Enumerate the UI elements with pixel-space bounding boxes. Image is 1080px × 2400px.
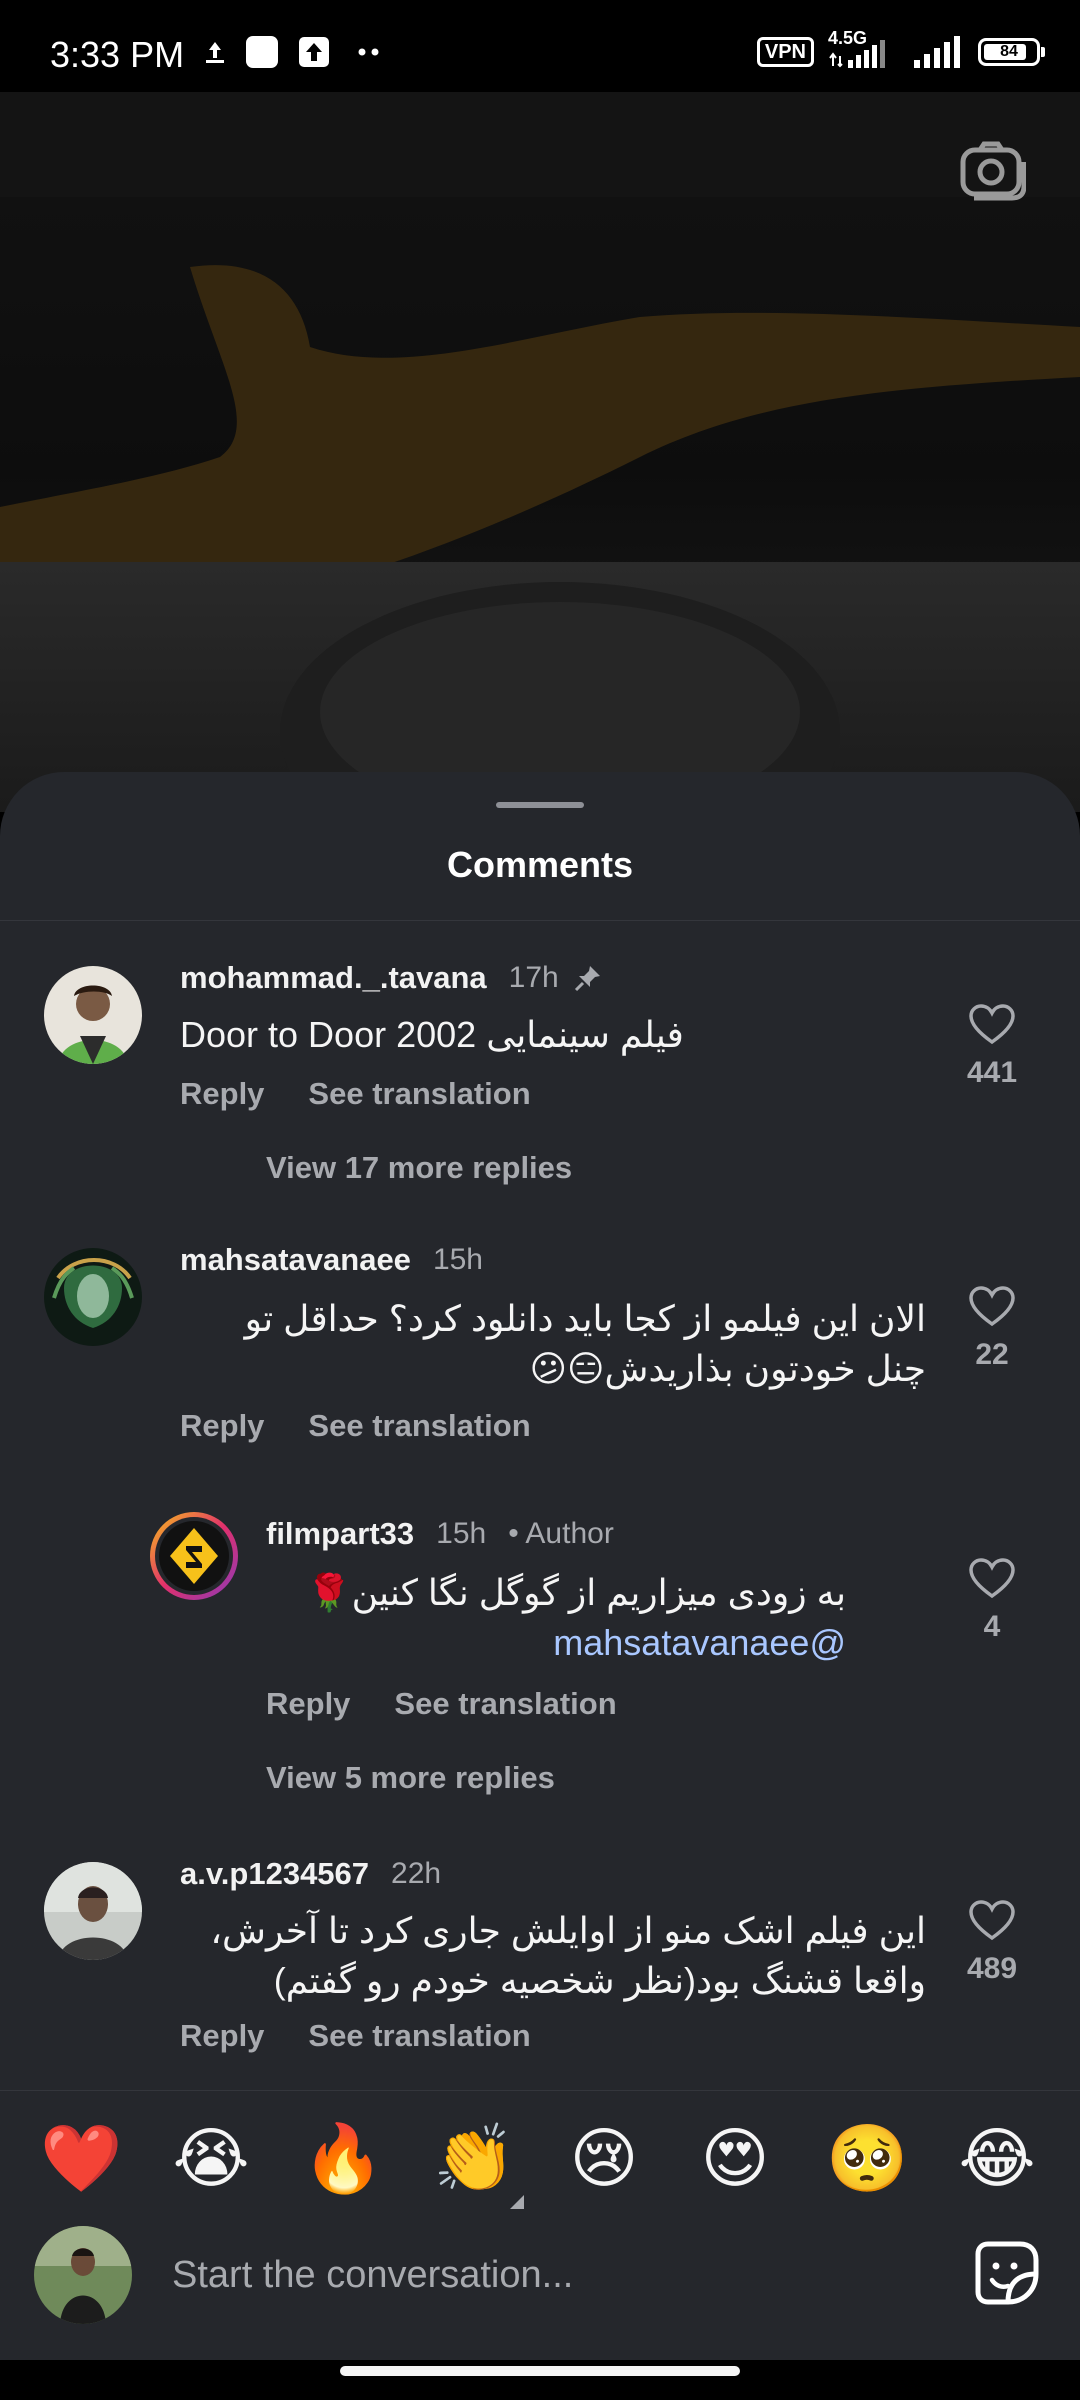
like-count: 4	[983, 1610, 1001, 1643]
comment-header: filmpart33 15h • Author	[266, 1516, 614, 1552]
like-count: 441	[966, 1056, 1018, 1089]
reaction-fire[interactable]: 🔥	[302, 2119, 384, 2199]
my-avatar	[34, 2226, 132, 2324]
battery-indicator: 84	[978, 38, 1045, 66]
comment-time: 15h	[432, 1243, 483, 1276]
skin-tone-more-icon[interactable]	[510, 2195, 524, 2209]
like-button[interactable]: 22	[950, 1286, 1034, 1372]
battery-percent: 84	[1000, 43, 1018, 60]
username[interactable]: a.v.p1234567	[180, 1856, 369, 1892]
reaction-laughing[interactable]: 😂	[957, 2119, 1037, 2199]
comment-composer	[0, 2220, 1080, 2360]
comment-text: Door to Door 2002 فیلم سینمایی	[180, 1014, 684, 1055]
camera-icon[interactable]	[960, 140, 1026, 202]
comment-header: mohammad._.tavana 17h	[180, 960, 603, 996]
avatar[interactable]	[44, 1862, 142, 1960]
signal-2-icon	[914, 36, 960, 68]
video-top-strip	[0, 92, 1080, 197]
status-time: 3:33 PM	[50, 34, 185, 75]
notification-icon	[206, 42, 224, 63]
like-count: 489	[966, 1952, 1018, 1985]
avatar[interactable]	[44, 966, 142, 1064]
comment-actions: Reply See translation	[180, 1076, 531, 1112]
upload-icon	[299, 37, 329, 67]
comment-time: 22h	[391, 1857, 442, 1890]
comment-time: 17h	[508, 961, 559, 994]
reply-button[interactable]: Reply	[180, 2018, 264, 2054]
heart-outline-icon	[969, 1558, 1015, 1599]
reply-button[interactable]: Reply	[180, 1408, 264, 1444]
reaction-sad[interactable]: 😢	[564, 2119, 644, 2199]
comment-time: 15h	[436, 1517, 487, 1550]
drag-handle[interactable]	[496, 802, 584, 808]
more-notifications-icon	[358, 48, 379, 56]
comment-text: به زودی میزاریم از گوگل نگا کنین🌹 @mahsa…	[266, 1568, 846, 1668]
reaction-clap[interactable]: 👏	[433, 2119, 515, 2199]
sheet-title: Comments	[446, 844, 634, 885]
avatar[interactable]	[44, 1248, 142, 1346]
avatar[interactable]	[148, 1510, 240, 1602]
status-bar: 3:33 PM VPN 4.5G 84	[0, 0, 1080, 92]
reply-button[interactable]: Reply	[180, 1076, 264, 1112]
signal-icon	[829, 40, 885, 68]
heart-outline-icon	[969, 1004, 1015, 1045]
like-button[interactable]: 4	[950, 1558, 1034, 1644]
username[interactable]: filmpart33	[266, 1516, 414, 1552]
reaction-heart-eyes[interactable]: 😍	[695, 2119, 775, 2199]
like-button[interactable]: 441	[950, 1004, 1034, 1090]
divider	[0, 920, 1080, 921]
heart-outline-icon	[969, 1900, 1015, 1941]
comment-input[interactable]	[170, 2246, 934, 2304]
username[interactable]: mohammad._.tavana	[180, 960, 487, 996]
see-translation-button[interactable]: See translation	[308, 1408, 530, 1444]
see-translation-button[interactable]: See translation	[308, 1076, 530, 1112]
comment-header: a.v.p1234567 22h	[180, 1856, 441, 1892]
see-translation-button[interactable]: See translation	[394, 1686, 616, 1722]
comment-header: mahsatavanaee 15h	[180, 1242, 483, 1278]
home-indicator[interactable]	[340, 2366, 740, 2376]
quick-reactions-bar: ❤️ 😭 🔥 👏 😢 😍 🥺 😂	[0, 2090, 1080, 2221]
heart-outline-icon	[969, 1286, 1015, 1327]
reaction-crying[interactable]: 😭	[171, 2119, 251, 2199]
status-indicators: VPN 4.5G 84	[756, 28, 1045, 68]
pin-icon	[574, 966, 600, 992]
comment-actions: Reply See translation	[180, 1408, 531, 1444]
like-count: 22	[975, 1338, 1009, 1371]
comment-text: این فیلم اشک منو از اوایلش جاری کرد تا آ…	[210, 1910, 926, 2001]
reaction-pleading[interactable]: 🥺	[826, 2119, 908, 2199]
view-more-replies[interactable]: View 17 more replies	[266, 1150, 572, 1186]
like-button[interactable]: 489	[950, 1900, 1034, 1986]
mention-link[interactable]: @mahsatavanaee	[553, 1622, 846, 1663]
author-badge: • Author	[508, 1517, 614, 1550]
comment-actions: Reply See translation	[180, 2018, 531, 2054]
reply-button[interactable]: Reply	[266, 1686, 350, 1722]
video-background	[0, 92, 1080, 812]
comment-actions: Reply See translation	[266, 1686, 617, 1722]
sticker-icon[interactable]	[974, 2240, 1040, 2306]
see-translation-button[interactable]: See translation	[308, 2018, 530, 2054]
network-indicator: 4.5G	[828, 28, 898, 68]
view-more-replies[interactable]: View 5 more replies	[266, 1760, 555, 1796]
app-notification-icon	[246, 36, 278, 68]
vpn-indicator: VPN	[756, 37, 814, 67]
username[interactable]: mahsatavanaee	[180, 1242, 411, 1278]
reaction-heart[interactable]: ❤️	[40, 2119, 122, 2199]
comment-text: الان این فیلمو از کجا باید دانلود کرد؟ ح…	[244, 1298, 926, 1389]
reply-text: به زودی میزاریم از گوگل نگا کنین🌹	[306, 1572, 846, 1613]
